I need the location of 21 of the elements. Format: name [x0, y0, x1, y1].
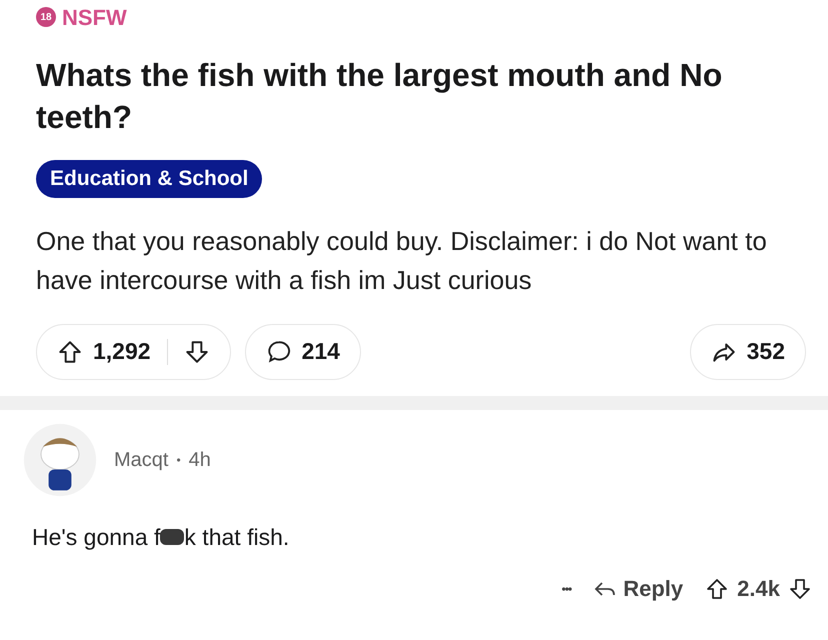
- upvote-icon[interactable]: [57, 338, 83, 364]
- flair-tag[interactable]: Education & School: [36, 160, 262, 198]
- post-title: Whats the fish with the largest mouth and No teeth?: [36, 56, 724, 137]
- reply-button[interactable]: Reply: [593, 572, 684, 605]
- downvote-icon[interactable]: [184, 338, 210, 364]
- comment-icon: [266, 338, 292, 364]
- comment-author[interactable]: Macqt: [114, 444, 168, 474]
- comment-age: 4h: [188, 448, 211, 472]
- nsfw-icon: 18: [36, 7, 56, 27]
- share-button[interactable]: 352: [690, 324, 806, 380]
- nsfw-label: NSFW: [62, 4, 127, 32]
- upvote-icon[interactable]: [705, 576, 730, 600]
- downvote-icon[interactable]: [788, 576, 812, 600]
- more-options-button[interactable]: •••: [562, 580, 572, 598]
- separator-dot: •: [176, 452, 181, 468]
- comment-text: He's gonna f k that fish.: [32, 522, 290, 552]
- censor-blot: [160, 528, 184, 545]
- comment-vote-count: 2.4k: [737, 575, 780, 603]
- post-body: One that you reasonably could buy. Disclaimer: i do Not want to have intercourse with a fish im Just curious: [36, 224, 768, 296]
- comments-button[interactable]: 214: [244, 324, 361, 380]
- vote-count: 1,292: [93, 337, 151, 366]
